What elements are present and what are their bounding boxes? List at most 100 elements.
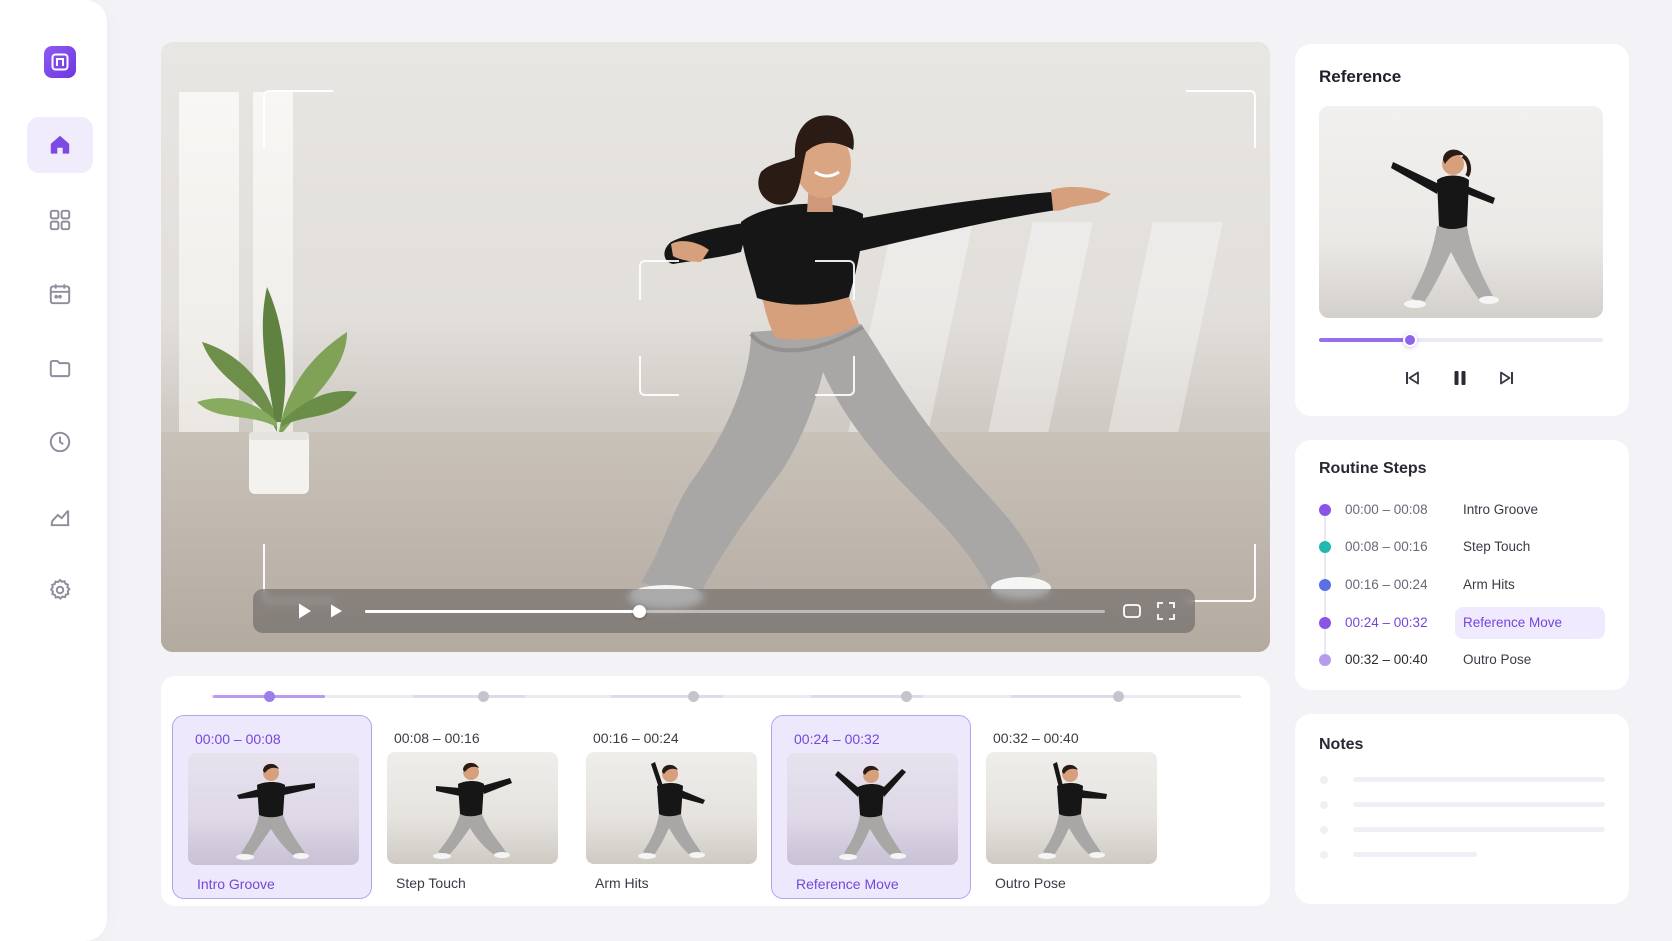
panel-title: Notes xyxy=(1319,736,1364,753)
calendar-icon xyxy=(49,284,71,305)
step-status-dot xyxy=(1319,541,1331,553)
timeline-segment xyxy=(1011,695,1123,698)
step-time: 00:24 – 00:32 xyxy=(794,731,880,747)
video-controls xyxy=(253,589,1195,633)
sidebar-item-settings[interactable] xyxy=(27,562,93,618)
step-status-dot xyxy=(1319,579,1331,591)
step-status-dot xyxy=(1319,504,1331,516)
timeline-marker[interactable] xyxy=(1113,691,1124,702)
note-placeholder-line[interactable] xyxy=(1353,852,1477,857)
step-time: 00:16 – 00:24 xyxy=(593,730,679,746)
step-status-dot xyxy=(1319,654,1331,666)
step-time: 00:00 – 00:08 xyxy=(195,731,281,747)
routine-steps-panel: Routine Steps 00:00 – 00:08 Intro Groove… xyxy=(1295,440,1629,690)
main-video-player[interactable] xyxy=(161,42,1270,652)
play-icon[interactable] xyxy=(325,600,347,622)
chart-icon xyxy=(50,509,70,527)
step-time: 00:16 – 00:24 xyxy=(1345,577,1428,592)
step-time: 00:32 – 00:40 xyxy=(993,730,1079,746)
sidebar-item-calendar[interactable] xyxy=(27,266,93,322)
sidebar-item-files[interactable] xyxy=(27,340,93,396)
fullscreen-icon[interactable] xyxy=(1155,600,1177,622)
panel-title: Routine Steps xyxy=(1319,460,1427,477)
routine-step-row[interactable]: 00:00 – 00:08 Intro Groove xyxy=(1319,494,1609,526)
note-placeholder-dot xyxy=(1320,801,1328,809)
play-icon[interactable] xyxy=(293,600,315,622)
video-progress-thumb[interactable] xyxy=(632,605,646,618)
note-placeholder-dot xyxy=(1320,851,1328,859)
step-card-intro-groove[interactable]: 00:00 – 00:08 Intro Groove xyxy=(172,715,372,899)
step-timeline: 00:00 – 00:08 Intro Groove 00:08 – 00:16 xyxy=(161,676,1270,906)
reference-progress-thumb[interactable] xyxy=(1402,333,1417,347)
frame-corner-bottom-right xyxy=(1186,544,1256,602)
dancer-thumbnail xyxy=(433,762,512,859)
step-thumbnail xyxy=(787,753,958,865)
step-thumbnail xyxy=(586,752,757,864)
step-name: Arm Hits xyxy=(1463,577,1515,592)
step-time: 00:08 – 00:16 xyxy=(394,730,480,746)
pause-icon xyxy=(1454,371,1466,385)
step-card-arm-hits[interactable]: 00:16 – 00:24 Arm Hits xyxy=(571,715,771,899)
skip-forward-icon xyxy=(1500,371,1513,385)
step-card-reference-move[interactable]: 00:24 – 00:32 Reference Move xyxy=(771,715,971,899)
app-logo[interactable] xyxy=(44,46,76,78)
timeline-marker[interactable] xyxy=(901,691,912,702)
note-placeholder-dot xyxy=(1320,776,1328,784)
notes-panel: Notes xyxy=(1295,714,1629,904)
sidebar-item-analytics[interactable] xyxy=(27,488,93,544)
note-placeholder-line[interactable] xyxy=(1353,777,1605,782)
settings-icon xyxy=(49,578,71,600)
routine-step-row-current[interactable]: 00:24 – 00:32 Reference Move xyxy=(1319,607,1609,639)
reference-dancer xyxy=(1391,149,1499,308)
pause-button[interactable] xyxy=(1447,365,1473,391)
frame-corner-top-right xyxy=(1186,90,1256,148)
pip-icon[interactable] xyxy=(1121,600,1143,622)
timeline-marker[interactable] xyxy=(478,691,489,702)
reference-progress-track[interactable] xyxy=(1319,333,1603,347)
reference-panel: Reference xyxy=(1295,44,1629,416)
skip-back-button[interactable] xyxy=(1399,365,1425,391)
sidebar xyxy=(0,0,107,941)
step-name: Step Touch xyxy=(1463,539,1531,554)
note-placeholder-line[interactable] xyxy=(1353,802,1605,807)
sidebar-item-dashboard[interactable] xyxy=(27,192,93,248)
step-card-outro-pose[interactable]: 00:32 – 00:40 Outro Pose xyxy=(971,715,1171,899)
routine-step-row[interactable]: 00:32 – 00:40 Outro Pose xyxy=(1319,644,1609,676)
step-thumbnail xyxy=(188,753,359,865)
skip-back-icon xyxy=(1406,371,1419,385)
step-name: Arm Hits xyxy=(595,875,649,891)
sidebar-item-history[interactable] xyxy=(27,414,93,470)
step-time: 00:24 – 00:32 xyxy=(1345,615,1428,630)
frame-corner-top-left xyxy=(263,90,333,148)
reference-video[interactable] xyxy=(1319,106,1603,318)
step-name: Reference Move xyxy=(1463,615,1563,630)
reference-progress-fill xyxy=(1319,338,1410,342)
plant-illustration xyxy=(197,287,357,494)
video-progress-track[interactable] xyxy=(365,605,1105,618)
routine-step-row[interactable]: 00:16 – 00:24 Arm Hits xyxy=(1319,569,1609,601)
step-name: Intro Groove xyxy=(197,876,275,892)
logo-icon xyxy=(51,53,69,71)
step-time: 00:00 – 00:08 xyxy=(1345,502,1428,517)
pose-tracking-box xyxy=(639,260,855,396)
step-time: 00:32 – 00:40 xyxy=(1345,652,1428,667)
step-name: Outro Pose xyxy=(1463,652,1532,667)
timeline-marker[interactable] xyxy=(264,691,275,702)
step-name: Reference Move xyxy=(796,876,899,892)
sidebar-item-home[interactable] xyxy=(27,117,93,173)
step-name: Outro Pose xyxy=(995,875,1066,891)
note-placeholder-dot xyxy=(1320,826,1328,834)
step-name: Step Touch xyxy=(396,875,466,891)
clock-icon xyxy=(49,431,71,453)
step-thumbnail xyxy=(387,752,558,864)
note-placeholder-line[interactable] xyxy=(1353,827,1605,832)
timeline-segment xyxy=(413,695,525,698)
routine-step-row[interactable]: 00:08 – 00:16 Step Touch xyxy=(1319,531,1609,563)
skip-forward-button[interactable] xyxy=(1494,365,1520,391)
timeline-segment xyxy=(611,695,723,698)
step-status-dot xyxy=(1319,617,1331,629)
step-name: Intro Groove xyxy=(1463,502,1539,517)
timeline-marker[interactable] xyxy=(688,691,699,702)
dancer-thumbnail xyxy=(638,762,705,859)
step-card-step-touch[interactable]: 00:08 – 00:16 Step Touch xyxy=(372,715,572,899)
